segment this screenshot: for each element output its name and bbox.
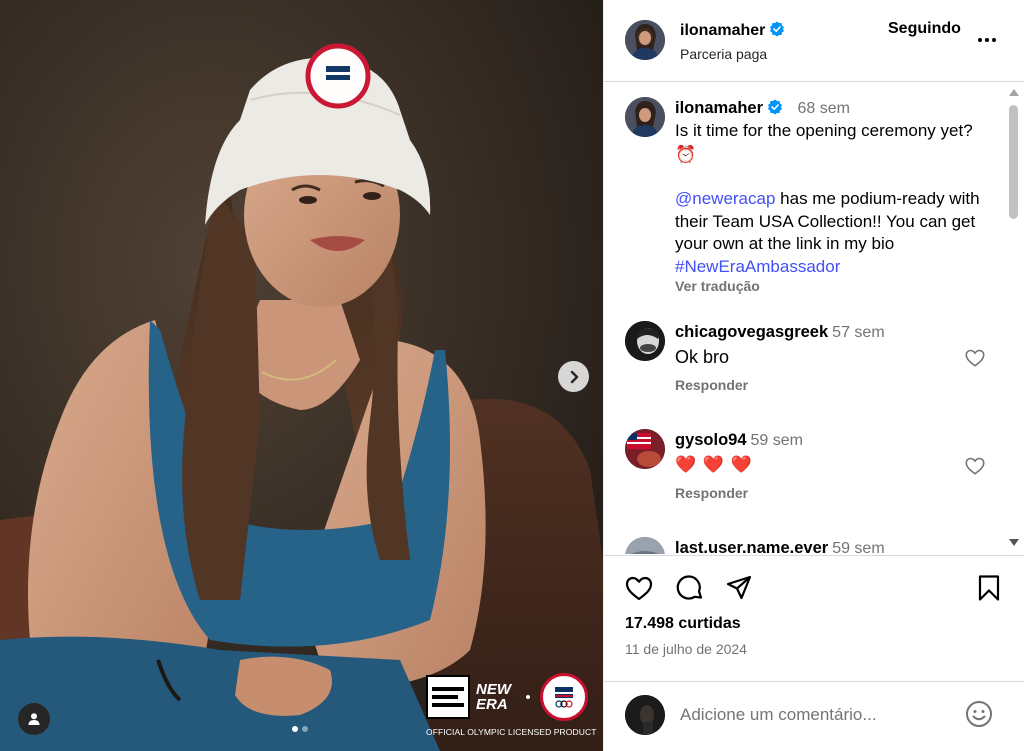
author-username-text[interactable]: ilonamaher: [680, 22, 765, 39]
bookmark-icon[interactable]: [974, 573, 1004, 603]
comment-time[interactable]: 57 sem: [832, 324, 884, 341]
caption-author-avatar[interactable]: [625, 97, 665, 137]
post-date[interactable]: 11 de julho de 2024: [625, 641, 747, 657]
alarm-clock-emoji: ⏰: [675, 144, 697, 164]
comments-scrollbar[interactable]: [1005, 83, 1021, 554]
reply-button[interactable]: Responder: [675, 377, 995, 393]
comment-body: last.user.name.ever 59 sem: [675, 537, 995, 554]
licensed-text: OFFICIAL OLYMPIC LICENSED PRODUCT: [426, 727, 597, 737]
caption-time[interactable]: 68 sem: [797, 100, 849, 117]
comment-body: gysolo94 59 sem ❤️ ❤️ ❤️ Responder: [675, 429, 995, 501]
comment-input[interactable]: [680, 705, 940, 725]
carousel-dot-active: [292, 726, 298, 732]
caption-line-1: Is it time for the opening ceremony yet?: [675, 121, 973, 140]
mention-link[interactable]: @neweracap: [675, 189, 775, 208]
new-era-logo: NEW ERA: [426, 675, 516, 719]
see-translation-button[interactable]: Ver tradução: [675, 278, 995, 294]
more-dot: [992, 38, 996, 42]
carousel-indicator: [292, 726, 308, 732]
following-button[interactable]: Seguindo: [888, 20, 961, 38]
tagged-users-button[interactable]: [18, 703, 50, 735]
comment-avatar[interactable]: [625, 429, 665, 469]
comments-section[interactable]: ilonamaher 68 sem Is it time for the ope…: [604, 83, 1024, 554]
hashtag-link[interactable]: #NewEraAmbassador: [675, 257, 840, 276]
verified-badge-icon: [768, 99, 783, 115]
comment-icon[interactable]: [675, 573, 705, 603]
comment-time[interactable]: 59 sem: [751, 432, 803, 449]
comment-username[interactable]: last.user.name.ever: [675, 539, 828, 554]
carousel-dot: [302, 726, 308, 732]
scroll-down-arrow-icon[interactable]: [1009, 539, 1019, 546]
heart-icon[interactable]: [624, 573, 654, 603]
more-options-button[interactable]: [978, 30, 1000, 50]
comment-time[interactable]: 59 sem: [832, 540, 884, 554]
paid-partnership-label[interactable]: Parceria paga: [680, 46, 767, 62]
carousel-next-button[interactable]: [558, 361, 589, 392]
share-icon[interactable]: [724, 573, 754, 603]
brand-separator: [526, 695, 530, 699]
heart-icon[interactable]: [964, 347, 986, 369]
comment-avatar[interactable]: [625, 537, 665, 554]
new-era-wordmark: NEW ERA: [476, 682, 511, 712]
comment-text: Ok bro: [675, 347, 730, 367]
scroll-up-arrow-icon[interactable]: [1009, 89, 1019, 96]
author-username[interactable]: ilonamaher: [680, 21, 785, 40]
caption-text: Is it time for the opening ceremony yet?…: [675, 120, 995, 278]
user-tag-icon: [28, 713, 40, 725]
comment-username[interactable]: chicagovegasgreek: [675, 323, 828, 341]
more-options-icon: [978, 38, 982, 42]
scroll-thumb[interactable]: [1009, 105, 1018, 219]
author-avatar[interactable]: [625, 20, 665, 60]
verified-badge-icon: [770, 21, 785, 37]
comment-body: chicagovegasgreek 57 sem Ok bro Responder: [675, 321, 995, 393]
caption-username[interactable]: ilonamaher: [675, 99, 763, 117]
emoji-icon[interactable]: [964, 699, 994, 729]
current-user-avatar[interactable]: [625, 695, 665, 735]
brand-line-2: ERA: [476, 696, 508, 713]
chevron-right-icon: [570, 370, 578, 383]
caption-body: ilonamaher 68 sem Is it time for the ope…: [675, 97, 995, 294]
post-photo: [0, 0, 603, 751]
post-actions: 17.498 curtidas 11 de julho de 2024: [604, 555, 1024, 681]
new-era-flag-icon: [426, 675, 470, 719]
post-media[interactable]: NEW ERA OFFICIAL OLYMPIC LICENSED PRODUC…: [0, 0, 603, 751]
team-usa-seal-icon: [540, 673, 588, 721]
likes-count[interactable]: 17.498 curtidas: [625, 615, 741, 633]
comment-text: ❤️ ❤️ ❤️: [675, 455, 753, 474]
comment-username[interactable]: gysolo94: [675, 431, 747, 449]
comment-avatar[interactable]: [625, 321, 665, 361]
post-side-panel: ilonamaher Parceria paga Seguindo ilonam…: [603, 0, 1024, 751]
brand-footer: NEW ERA OFFICIAL OLYMPIC LICENSED PRODUC…: [422, 671, 596, 741]
brand-line-1: NEW: [476, 681, 511, 698]
more-dot: [985, 38, 989, 42]
heart-icon[interactable]: [964, 455, 986, 477]
post-header: ilonamaher Parceria paga Seguindo: [604, 0, 1024, 82]
reply-button[interactable]: Responder: [675, 485, 995, 501]
add-comment-bar: [604, 681, 1024, 751]
